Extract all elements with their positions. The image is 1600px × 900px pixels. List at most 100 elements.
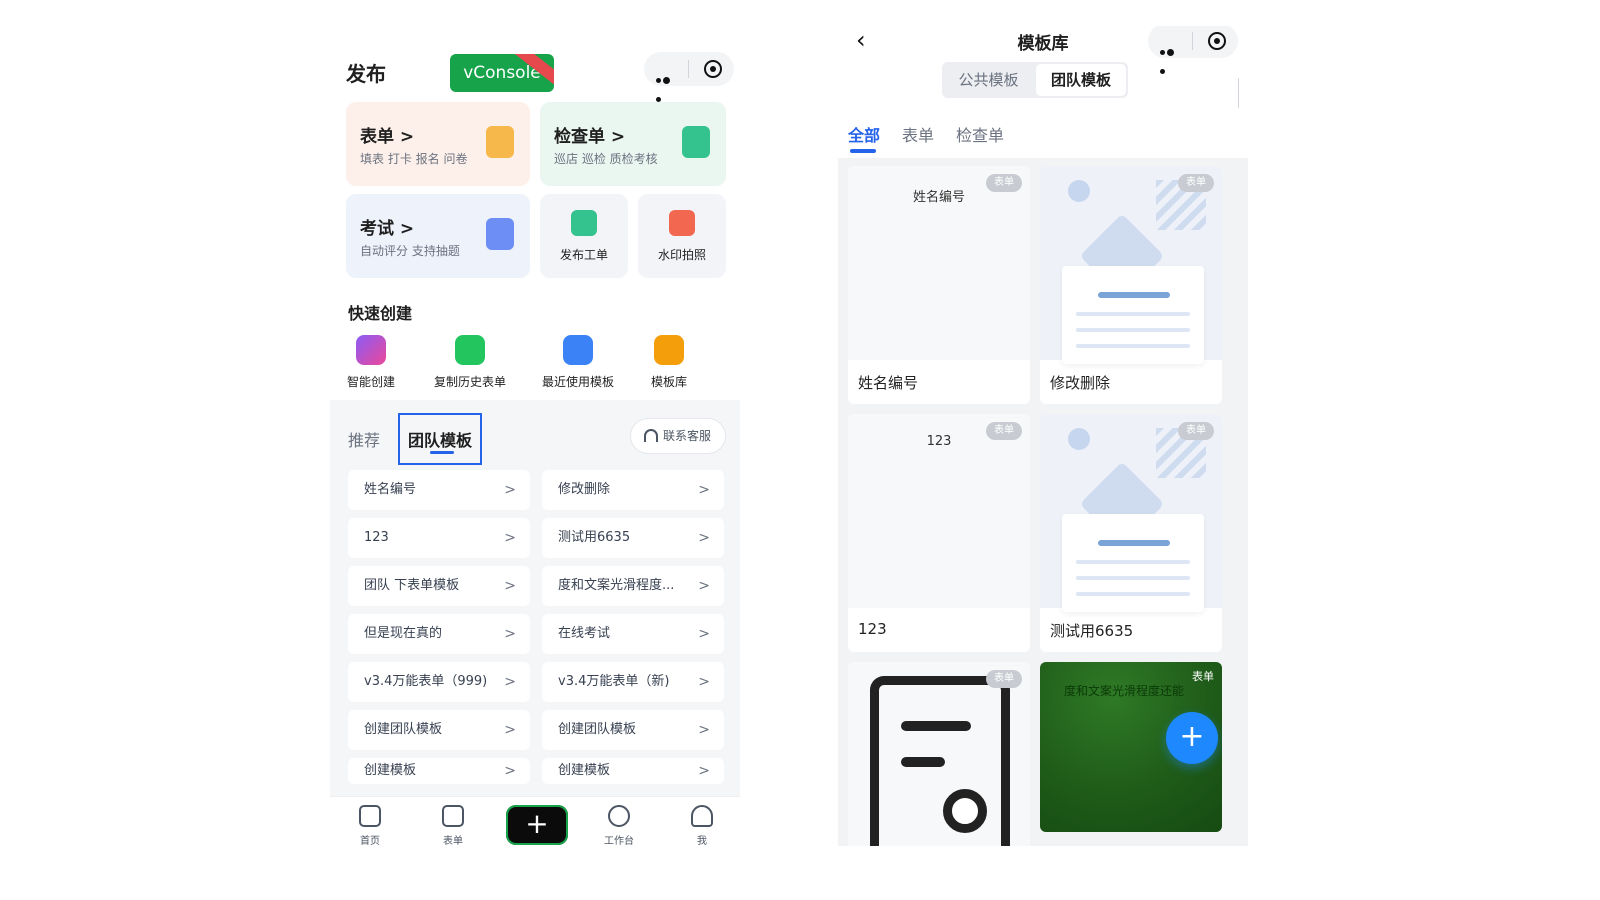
type-badge: 表单 xyxy=(986,174,1022,192)
list-item[interactable]: 创建团队模板 > xyxy=(348,710,530,750)
filter-checklists[interactable]: 检查单 xyxy=(956,122,1004,146)
close-target-icon[interactable] xyxy=(704,60,722,78)
list-item-label: 姓名编号 xyxy=(364,482,417,497)
chevron-right-icon: > xyxy=(504,674,516,690)
type-badge: 表单 xyxy=(986,670,1022,688)
quick-label: 模板库 xyxy=(650,375,687,389)
vconsole-button[interactable]: vConsole xyxy=(450,54,554,92)
list-item[interactable]: 创建模板 > xyxy=(348,758,530,784)
list-item-label: 但是现在真的 xyxy=(364,626,443,641)
ticket-label: 发布工单 xyxy=(559,248,608,262)
list-item[interactable]: 但是现在真的 > xyxy=(348,614,530,654)
add-fab-button[interactable]: + xyxy=(1166,712,1218,764)
template-library-screen: ‹ 模板库 公共模板 团队模板 全部 表单 检查单 姓名编号 表单 姓名编号 表… xyxy=(838,26,1248,846)
checklist-card[interactable]: 检查单 > 巡店 巡检 质检考核 xyxy=(540,102,726,186)
tab-underline xyxy=(430,451,454,454)
checklist-card-title: 检查单 > xyxy=(554,127,626,147)
template-card[interactable]: 表单 修改删除 xyxy=(1040,166,1222,404)
chevron-right-icon: > xyxy=(504,530,516,546)
quick-smart-create[interactable]: 智能创建 xyxy=(344,335,398,390)
template-card[interactable]: 姓名编号 表单 姓名编号 xyxy=(848,166,1030,404)
ticket-button[interactable]: 发布工单 xyxy=(540,194,628,278)
filter-all[interactable]: 全部 xyxy=(848,122,880,146)
page-title: 发布 xyxy=(346,62,386,86)
exam-card[interactable]: 考试 > 自动评分 支持抽题 xyxy=(346,194,530,278)
more-icon[interactable] xyxy=(1160,40,1182,74)
doc-line xyxy=(1098,540,1170,546)
chevron-right-icon: > xyxy=(698,530,710,546)
tab-me[interactable]: 我 xyxy=(682,805,722,847)
list-item[interactable]: 测试用6635 > xyxy=(542,518,724,558)
decoration-shape xyxy=(1068,180,1090,202)
quick-template-library[interactable]: 模板库 xyxy=(642,335,696,390)
contact-label: 联系客服 xyxy=(663,429,712,443)
chevron-right-icon: > xyxy=(698,763,710,779)
divider-line xyxy=(1238,78,1239,108)
list-item[interactable]: 创建模板 > xyxy=(542,758,724,784)
list-item[interactable]: 修改删除 > xyxy=(542,470,724,510)
list-item[interactable]: v3.4万能表单（新) > xyxy=(542,662,724,702)
template-thumbnail xyxy=(1040,166,1222,364)
chevron-right-icon: > xyxy=(504,763,516,779)
chevron-right-icon: > xyxy=(504,626,516,642)
vconsole-label: vConsole xyxy=(463,63,541,83)
list-item[interactable]: 姓名编号 > xyxy=(348,470,530,510)
list-item[interactable]: 度和文案光滑程度... > xyxy=(542,566,724,606)
type-badge: 表单 xyxy=(1178,174,1214,192)
form-card[interactable]: 表单 > 填表 打卡 报名 问卷 xyxy=(346,102,530,186)
filter-forms[interactable]: 表单 xyxy=(902,122,934,146)
list-item[interactable]: 创建团队模板 > xyxy=(542,710,724,750)
tab-workbench[interactable]: 工作台 xyxy=(599,805,639,847)
exam-card-title: 考试 > xyxy=(360,219,415,239)
decoration-shape xyxy=(1068,428,1090,450)
list-item-label: 创建模板 xyxy=(558,763,611,778)
list-item-label: 创建团队模板 xyxy=(558,722,637,737)
list-item-label: 创建团队模板 xyxy=(364,722,443,737)
tab-recommend[interactable]: 推荐 xyxy=(348,427,380,451)
template-grid: 姓名编号 表单 姓名编号 表单 修改删除 123 表单 123 表单 测试用66… xyxy=(838,158,1248,846)
copy-icon xyxy=(455,335,485,365)
segment-team[interactable]: 团队模板 xyxy=(1036,64,1126,96)
template-card-image[interactable]: 度和文案光滑程度还能 表单 + xyxy=(1040,662,1222,832)
tab-home[interactable]: 首页 xyxy=(350,805,390,847)
quick-recent-templates[interactable]: 最近使用模板 xyxy=(538,335,618,390)
chevron-right-icon: > xyxy=(504,722,516,738)
chevron-right-icon: > xyxy=(698,626,710,642)
document-illustration xyxy=(1062,266,1204,364)
tab-label: 工作台 xyxy=(604,836,634,847)
segment-public[interactable]: 公共模板 xyxy=(942,62,1035,98)
tab-team-templates[interactable]: 团队模板 xyxy=(398,413,482,465)
document-illustration xyxy=(1062,514,1204,612)
bottom-tabbar: 首页 表单 + 工作台 我 xyxy=(330,796,740,860)
image-caption: 度和文案光滑程度还能 xyxy=(1064,684,1185,698)
template-card[interactable]: 123 表单 123 xyxy=(848,414,1030,652)
type-badge: 表单 xyxy=(1192,670,1214,683)
quick-copy-history[interactable]: 复制历史表单 xyxy=(430,335,510,390)
template-card[interactable]: 表单 xyxy=(848,662,1030,846)
watermark-photo-button[interactable]: 水印拍照 xyxy=(638,194,726,278)
tab-forms[interactable]: 表单 xyxy=(433,805,473,847)
quick-create-title: 快速创建 xyxy=(348,304,413,323)
template-card[interactable]: 表单 测试用6635 xyxy=(1040,414,1222,652)
doc-line xyxy=(1076,576,1190,580)
close-target-icon[interactable] xyxy=(1208,32,1226,50)
tab-label: 表单 xyxy=(443,836,463,847)
list-item[interactable]: 123 > xyxy=(348,518,530,558)
more-icon[interactable] xyxy=(656,68,678,102)
chevron-right-icon: > xyxy=(698,482,710,498)
list-item[interactable]: 在线考试 > xyxy=(542,614,724,654)
list-item[interactable]: v3.4万能表单（999) > xyxy=(348,662,530,702)
template-thumbnail: 姓名编号 xyxy=(848,166,1030,360)
exam-card-subtitle: 自动评分 支持抽题 xyxy=(360,244,460,258)
tab-label: 首页 xyxy=(360,836,380,847)
doc-line xyxy=(1076,312,1190,316)
contact-support-button[interactable]: 联系客服 xyxy=(630,418,726,454)
list-item[interactable]: 团队 下表单模板 > xyxy=(348,566,530,606)
checklist-icon xyxy=(682,126,710,158)
template-thumbnail xyxy=(848,662,1030,846)
create-plus-button[interactable]: + xyxy=(506,805,568,845)
template-name: 修改删除 xyxy=(1050,374,1111,392)
capsule-divider xyxy=(1192,32,1193,50)
chevron-right-icon: > xyxy=(504,482,516,498)
list-item-label: 测试用6635 xyxy=(558,530,631,545)
